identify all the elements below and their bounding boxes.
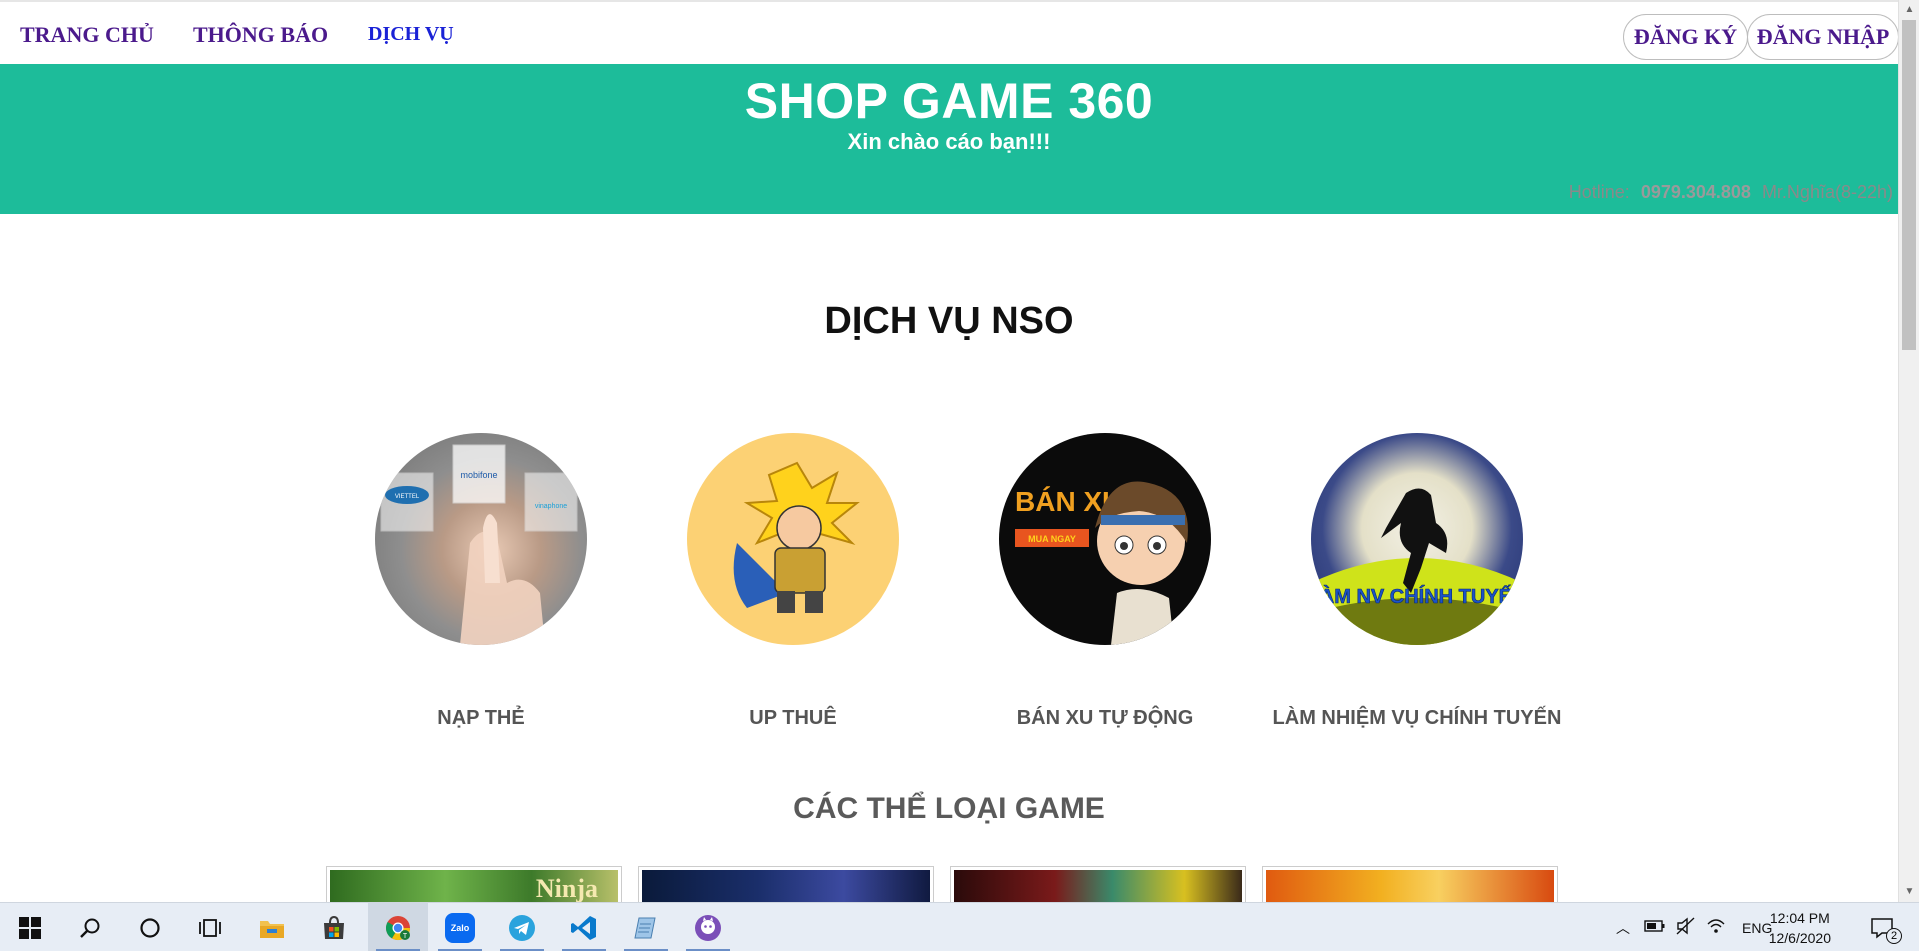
hotline-label: Hotline: bbox=[1568, 182, 1630, 202]
carrier-viettel: VIETTEL bbox=[395, 494, 420, 500]
scroll-down-arrow-icon[interactable]: ▼ bbox=[1899, 884, 1919, 900]
game-category-card[interactable] bbox=[1262, 866, 1558, 906]
register-button[interactable]: ĐĂNG KÝ bbox=[1623, 14, 1748, 60]
service-label: UP THUÊ bbox=[749, 707, 837, 729]
game-category-card[interactable] bbox=[638, 866, 934, 906]
windows-taskbar: T Zalo ︿ ENG 12:04 PM 12/6/2020 2 bbox=[0, 902, 1919, 951]
service-card-main-quest[interactable]: LÀM NV CHÍNH TUYẾN LÀM NHIỆM VỤ CHÍNH TU… bbox=[1267, 433, 1567, 730]
notification-count-badge: 2 bbox=[1886, 928, 1902, 944]
chevron-up-icon[interactable]: ︿ bbox=[1612, 918, 1634, 938]
service-card-sell-coin[interactable]: BÁN XU MUA NGAY BÁN XU TỰ ĐỘNG bbox=[955, 433, 1255, 730]
nav-announcements-link[interactable]: THÔNG BÁO bbox=[193, 22, 328, 48]
wifi-icon[interactable] bbox=[1706, 917, 1726, 938]
warrior-character-image bbox=[687, 433, 899, 645]
carrier-vinaphone: vinaphone bbox=[535, 503, 567, 510]
hotline-contact: Mr.Nghĩa(8-22h) bbox=[1761, 182, 1893, 202]
store-icon[interactable] bbox=[304, 903, 364, 951]
ninja-moon-image: LÀM NV CHÍNH TUYẾN bbox=[1311, 433, 1523, 645]
quest-overlay-title: LÀM NV CHÍNH TUYẾN bbox=[1311, 585, 1523, 608]
game-category-card[interactable] bbox=[950, 866, 1246, 906]
telegram-icon[interactable] bbox=[492, 903, 552, 951]
scroll-thumb[interactable] bbox=[1902, 20, 1916, 350]
chrome-icon[interactable]: T bbox=[368, 903, 428, 951]
service-card-topup[interactable]: VIETTEL mobifone vinaphone NẠP THẺ bbox=[331, 433, 631, 730]
hero-banner: SHOP GAME 360 Xin chào cáo bạn!!! Hotlin… bbox=[0, 64, 1898, 214]
red-game-thumbnail bbox=[954, 870, 1242, 906]
clock-time: 12:04 PM bbox=[1769, 910, 1830, 926]
scroll-up-arrow-icon[interactable]: ▲ bbox=[1899, 2, 1919, 18]
service-label: BÁN XU TỰ ĐỘNG bbox=[1016, 707, 1194, 729]
service-card-leveling[interactable]: UP THUÊ bbox=[643, 433, 943, 730]
hotline: Hotline: 0979.304.808 Mr.Nghĩa(8-22h) bbox=[1569, 182, 1893, 203]
github-icon[interactable] bbox=[678, 903, 738, 951]
zalo-label: Zalo bbox=[450, 922, 470, 933]
notification-center-icon[interactable]: 2 bbox=[1858, 903, 1908, 951]
ninja-game-text: Ninja bbox=[535, 874, 598, 903]
svg-text:T: T bbox=[403, 933, 408, 940]
file-explorer-icon[interactable] bbox=[242, 903, 302, 951]
card-topup-image: VIETTEL mobifone vinaphone bbox=[375, 433, 587, 645]
service-label: NẠP THẺ bbox=[437, 707, 525, 729]
zalo-icon[interactable]: Zalo bbox=[430, 903, 490, 951]
nav-home-link[interactable]: TRANG CHỦ bbox=[20, 22, 154, 48]
ninja-game-thumbnail: Ninja bbox=[330, 870, 618, 906]
top-nav: TRANG CHỦ THÔNG BÁO DỊCH VỤ ĐĂNG KÝ ĐĂNG… bbox=[0, 0, 1899, 64]
site-title: SHOP GAME 360 bbox=[744, 73, 1154, 129]
cortana-icon[interactable] bbox=[120, 903, 180, 951]
system-clock[interactable]: 12:04 PM 12/6/2020 bbox=[1769, 908, 1831, 948]
service-label: LÀM NHIỆM VỤ CHÍNH TUYẾN bbox=[1272, 707, 1562, 729]
clock-date: 12/6/2020 bbox=[1768, 930, 1831, 946]
services-heading: DỊCH VỤ NSO bbox=[824, 300, 1074, 342]
page-scrollbar[interactable]: ▲ ▼ bbox=[1898, 0, 1919, 902]
system-tray: ︿ ENG bbox=[1612, 903, 1772, 951]
windows-start-icon[interactable] bbox=[0, 903, 60, 951]
search-icon[interactable] bbox=[60, 903, 120, 951]
dragon-game-thumbnail bbox=[1266, 870, 1554, 906]
sell-coin-image: BÁN XU MUA NGAY bbox=[999, 433, 1211, 645]
login-button[interactable]: ĐĂNG NHẬP bbox=[1747, 14, 1899, 60]
dark-game-thumbnail bbox=[642, 870, 930, 906]
buy-now-badge: MUA NGAY bbox=[1028, 534, 1076, 544]
game-category-card[interactable]: Ninja bbox=[326, 866, 622, 906]
carrier-mobifone: mobifone bbox=[460, 470, 497, 480]
battery-icon[interactable] bbox=[1644, 919, 1666, 936]
vscode-icon[interactable] bbox=[554, 903, 614, 951]
nav-services-link[interactable]: DỊCH VỤ bbox=[368, 23, 454, 46]
volume-muted-icon[interactable] bbox=[1676, 917, 1696, 938]
page: TRANG CHỦ THÔNG BÁO DỊCH VỤ ĐĂNG KÝ ĐĂNG… bbox=[0, 0, 1919, 951]
site-subtitle: Xin chào cáo bạn!!! bbox=[847, 129, 1051, 154]
notepad-icon[interactable] bbox=[616, 903, 676, 951]
task-view-icon[interactable] bbox=[180, 903, 240, 951]
categories-heading: CÁC THỂ LOẠI GAME bbox=[793, 792, 1105, 825]
hotline-number: 0979.304.808 bbox=[1640, 182, 1751, 202]
